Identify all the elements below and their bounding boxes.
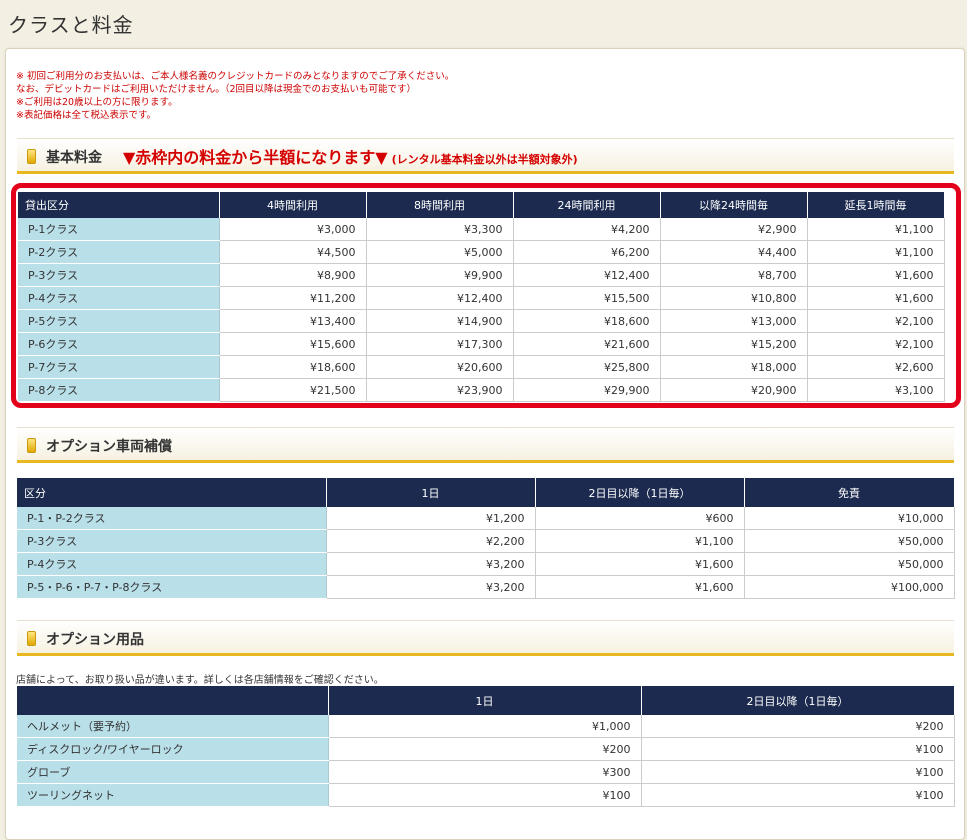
- row-label-cell: ディスクロック/ワイヤーロック: [17, 737, 329, 761]
- price-cell: ¥100: [641, 737, 955, 761]
- column-header: 2日目以降（1日毎）: [641, 686, 955, 715]
- price-cell: ¥200: [328, 737, 642, 761]
- price-cell: ¥50,000: [744, 552, 955, 576]
- table-header-row: 1日 2日目以降（1日毎）: [17, 686, 955, 715]
- price-cell: ¥1,600: [535, 575, 745, 599]
- column-header: 区分: [17, 478, 327, 507]
- table-row: ヘルメット（要予約） ¥1,000 ¥200: [17, 715, 955, 738]
- row-label-cell: ヘルメット（要予約）: [17, 715, 329, 738]
- table-row: ディスクロック/ワイヤーロック ¥200 ¥100: [17, 737, 955, 761]
- table-header-row: 区分 1日 2日目以降（1日毎） 免責: [17, 478, 955, 507]
- price-cell: ¥3,200: [326, 552, 536, 576]
- price-cell: ¥1,200: [326, 507, 536, 530]
- section-marker-icon: [27, 438, 36, 453]
- price-cell: ¥1,600: [535, 552, 745, 576]
- column-header: [17, 686, 329, 715]
- option-vehicle-table: 区分 1日 2日目以降（1日毎） 免責 P-1・P-2クラス ¥1,200 ¥600 ¥10…: [17, 478, 955, 599]
- column-header: 2日目以降（1日毎）: [535, 478, 745, 507]
- promo-subtext: (レンタル基本料金以外は半額対象外): [391, 153, 578, 166]
- section-title: オプション用品: [46, 632, 144, 648]
- goods-note: 店舗によって、お取り扱い品が違います。詳しくは各店舗情報をご確認ください。: [16, 675, 384, 686]
- table-row: P-3クラス ¥2,200 ¥1,100 ¥50,000: [17, 529, 955, 553]
- price-cell: ¥600: [535, 507, 745, 530]
- price-cell: ¥300: [328, 760, 642, 784]
- promo-banner: ▼赤枠内の料金から半額になります▼ (レンタル基本料金以外は半額対象外): [123, 144, 578, 168]
- table-row: P-5・P-6・P-7・P-8クラス ¥3,200 ¥1,600 ¥100,000: [17, 575, 955, 599]
- row-label-cell: P-4クラス: [17, 552, 327, 576]
- price-cell: ¥100,000: [744, 575, 955, 599]
- table-row: ツーリングネット ¥100 ¥100: [17, 783, 955, 807]
- section-header-option-vehicle: オプション車両補償: [17, 427, 954, 463]
- column-header: 1日: [326, 478, 536, 507]
- notice-line: ※表記価格は全て税込表示です。: [16, 110, 157, 121]
- section-marker-icon: [27, 631, 36, 646]
- column-header: 1日: [328, 686, 642, 715]
- notice-line: ※ご利用は20歳以上の方に限ります。: [16, 97, 178, 108]
- notice-line: ※ 初回ご利用分のお支払いは、ご本人様名義のクレジットカードのみとなりますのでご…: [16, 71, 455, 82]
- price-cell: ¥100: [641, 760, 955, 784]
- section-marker-icon: [27, 149, 36, 164]
- price-cell: ¥100: [641, 783, 955, 807]
- notice-text: ※ 初回ご利用分のお支払いは、ご本人様名義のクレジットカードのみとなりますのでご…: [16, 70, 454, 122]
- price-cell: ¥1,000: [328, 715, 642, 738]
- half-price-frame: [11, 183, 961, 408]
- column-header: 免責: [744, 478, 955, 507]
- table-row: P-1・P-2クラス ¥1,200 ¥600 ¥10,000: [17, 507, 955, 530]
- price-cell: ¥200: [641, 715, 955, 738]
- row-label-cell: P-3クラス: [17, 529, 327, 553]
- section-title: オプション車両補償: [46, 439, 172, 455]
- price-cell: ¥50,000: [744, 529, 955, 553]
- section-header-option-goods: オプション用品: [17, 620, 954, 656]
- table-row: P-4クラス ¥3,200 ¥1,600 ¥50,000: [17, 552, 955, 576]
- price-cell: ¥3,200: [326, 575, 536, 599]
- notice-line: なお、デビットカードはご利用いただけません。（2回目以降は現金でのお支払いも可能…: [16, 84, 417, 95]
- row-label-cell: グローブ: [17, 760, 329, 784]
- row-label-cell: P-1・P-2クラス: [17, 507, 327, 530]
- row-label-cell: P-5・P-6・P-7・P-8クラス: [17, 575, 327, 599]
- page-title: クラスと料金: [8, 13, 134, 37]
- row-label-cell: ツーリングネット: [17, 783, 329, 807]
- section-header-basic: 基本料金 ▼赤枠内の料金から半額になります▼ (レンタル基本料金以外は半額対象外): [17, 138, 954, 174]
- promo-text: ▼赤枠内の料金から半額になります▼: [123, 148, 388, 167]
- table-row: グローブ ¥300 ¥100: [17, 760, 955, 784]
- price-cell: ¥10,000: [744, 507, 955, 530]
- price-cell: ¥2,200: [326, 529, 536, 553]
- price-cell: ¥100: [328, 783, 642, 807]
- section-title: 基本料金: [46, 150, 102, 166]
- price-cell: ¥1,100: [535, 529, 745, 553]
- option-goods-table: 1日 2日目以降（1日毎） ヘルメット（要予約） ¥1,000 ¥200 ディスクロック…: [17, 686, 955, 807]
